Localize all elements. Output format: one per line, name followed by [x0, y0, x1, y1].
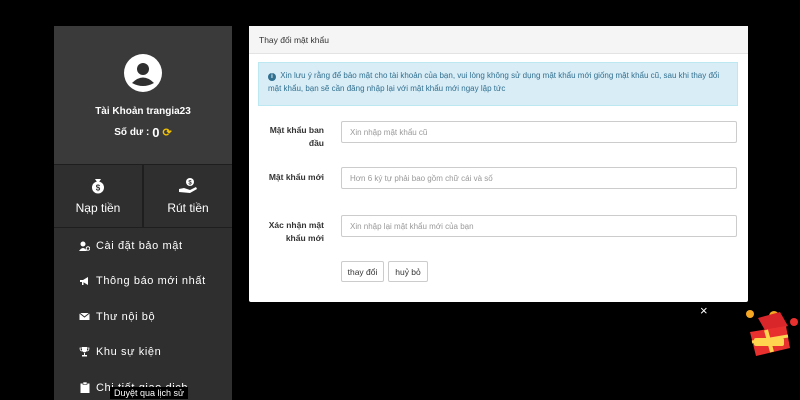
sidebar-item-security[interactable]: Cài đặt bảo mật	[54, 228, 232, 264]
user-icon	[126, 56, 160, 90]
sidebar-item-inbox[interactable]: Thư nội bộ	[54, 299, 232, 335]
envelope-icon	[79, 312, 90, 321]
new-password-label: Mật khẩu mới	[268, 172, 324, 182]
current-password-input[interactable]	[341, 121, 737, 143]
sidebar-item-label: Thư nội bộ	[96, 310, 156, 323]
submit-button[interactable]: thay đổi	[341, 261, 384, 282]
refresh-icon[interactable]: ⟳	[163, 126, 172, 139]
current-password-label: Mật khẩu ban đầu	[269, 125, 324, 148]
svg-text:$: $	[96, 184, 101, 193]
sidebar-item-label: Khu sự kiện	[96, 346, 162, 359]
deposit-label: Nạp tiền	[75, 201, 121, 215]
sidebar-item-label: Thông báo mới nhất	[96, 275, 206, 288]
user-gear-icon	[79, 241, 90, 251]
page: Tài Khoản trangia23 Số dư : 0 ⟳ $ Nạp ti…	[0, 0, 800, 400]
withdraw-button[interactable]: $ Rút tiền	[142, 165, 232, 227]
deposit-button[interactable]: $ Nạp tiền	[54, 165, 142, 227]
avatar	[124, 54, 162, 92]
sidebar-item-events[interactable]: Khu sự kiện	[54, 335, 232, 371]
panel-title: Thay đổi mật khẩu	[249, 26, 748, 54]
balance: Số dư : 0 ⟳	[114, 125, 171, 140]
withdraw-label: Rút tiền	[167, 201, 209, 215]
balance-label: Số dư :	[114, 127, 150, 138]
info-icon: i	[268, 73, 276, 81]
tooltip: Duyệt qua lịch sử	[110, 387, 189, 399]
confirm-password-label: Xác nhận mật khẩu mới	[268, 220, 324, 243]
money-bag-icon: $	[92, 179, 104, 194]
wallet-actions: $ Nạp tiền $ Rút tiền	[54, 164, 232, 228]
close-icon[interactable]: ×	[700, 303, 708, 318]
profile-card: Tài Khoản trangia23 Số dư : 0 ⟳	[54, 26, 232, 164]
cancel-button[interactable]: huỷ bỏ	[388, 261, 428, 282]
balance-value: 0	[152, 125, 160, 140]
new-password-input[interactable]	[341, 167, 737, 189]
sidebar-item-notifications[interactable]: Thông báo mới nhất	[54, 264, 232, 300]
confirm-password-input[interactable]	[341, 215, 737, 237]
clipboard-icon	[79, 382, 90, 394]
gift-icon[interactable]	[744, 308, 800, 358]
bullhorn-icon	[79, 276, 90, 286]
trophy-icon	[79, 347, 90, 357]
hand-money-icon: $	[179, 178, 197, 193]
change-password-panel: Thay đổi mật khẩu i Xin lưu ý rằng để bả…	[249, 26, 748, 302]
sidebar-menu: Cài đặt bảo mật Thông báo mới nhất Thư n…	[54, 228, 232, 400]
account-name: Tài Khoản trangia23	[95, 106, 191, 117]
info-alert: i Xin lưu ý rằng để bảo mật cho tài khoả…	[258, 62, 738, 106]
account-sidebar: Tài Khoản trangia23 Số dư : 0 ⟳ $ Nạp ti…	[54, 26, 232, 400]
sidebar-item-label: Cài đặt bảo mật	[96, 239, 183, 252]
info-text: Xin lưu ý rằng để bảo mật cho tài khoản …	[268, 71, 720, 93]
